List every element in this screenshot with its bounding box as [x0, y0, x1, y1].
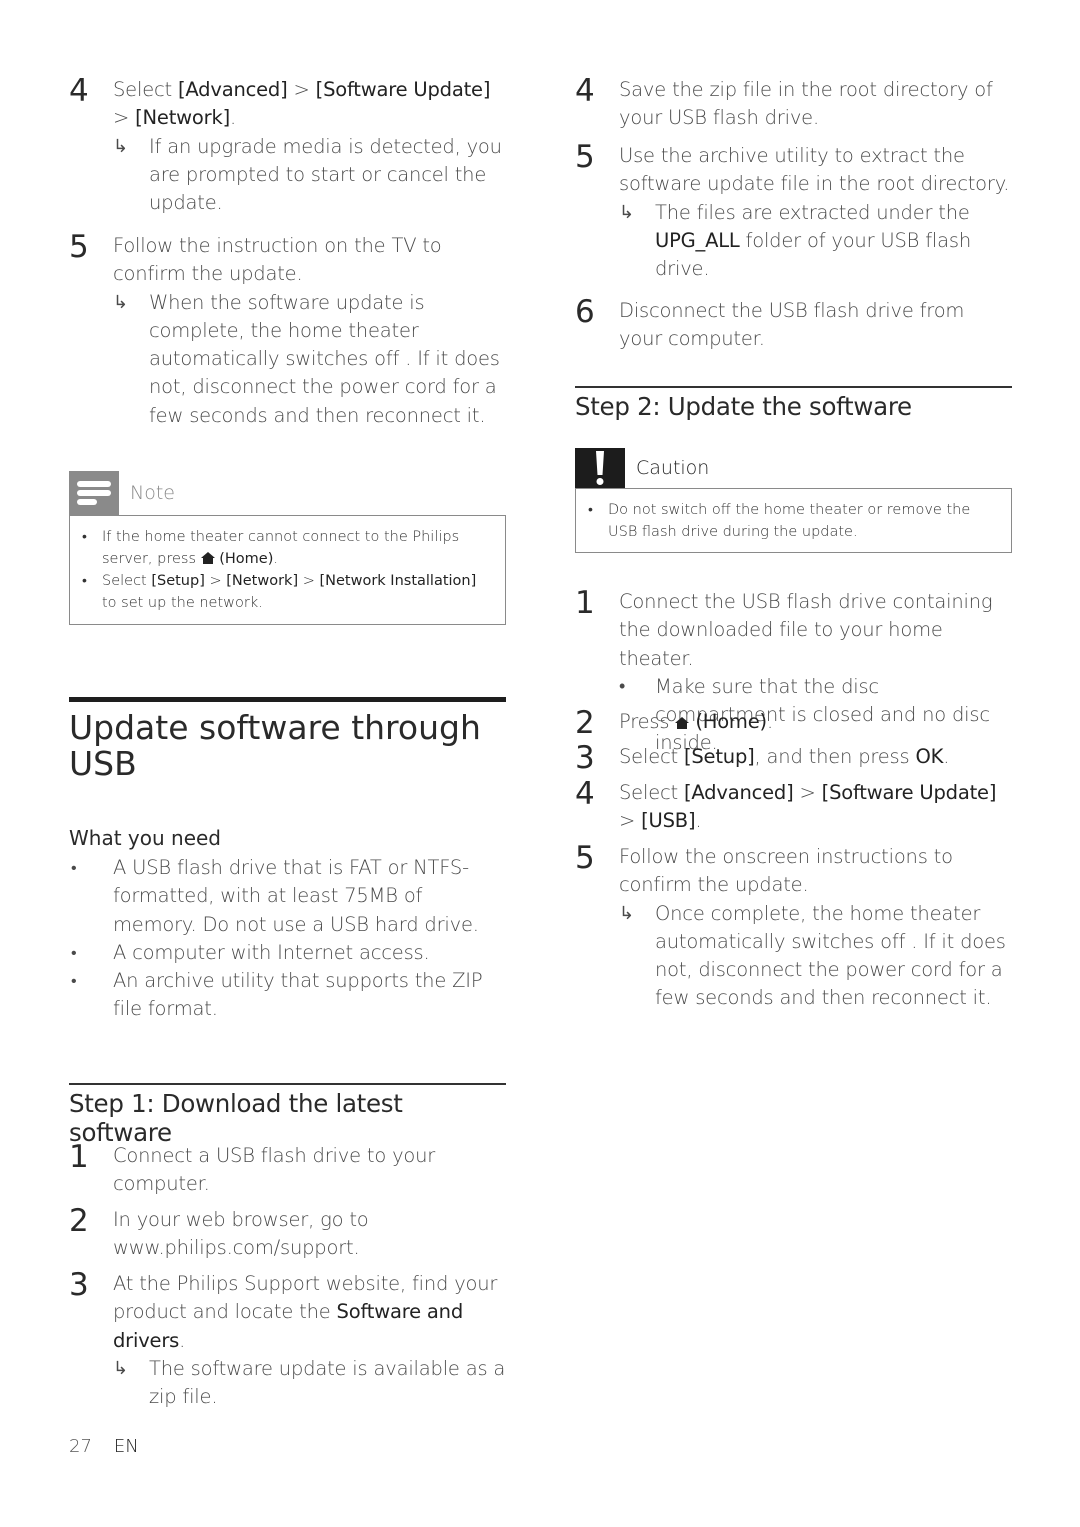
menu-network: [Network]	[135, 106, 230, 130]
caution-header: Caution	[575, 448, 1012, 488]
note-title: Note	[130, 482, 175, 504]
home-icon	[675, 717, 690, 729]
exclamation-icon	[575, 448, 625, 488]
update-step-3: 3 Select [Setup], and then press OK.	[575, 740, 1012, 776]
step-number: 4	[575, 776, 595, 812]
step-text: Follow the onscreen instructions to conf…	[619, 845, 953, 897]
note-item: • Select [Setup] > [Network] > [Network …	[82, 570, 495, 614]
step-number: 5	[575, 840, 595, 876]
step-result: ↳ When the software update is complete, …	[113, 290, 500, 427]
requirement-item: • A computer with Internet access.	[69, 939, 506, 967]
note-body: • If the home theater cannot connect to …	[69, 515, 506, 625]
note-header: Note	[69, 471, 506, 515]
note-box: Note • If the home theater cannot connec…	[69, 471, 506, 625]
step-result: ↳ The files are extracted under the UPG_…	[619, 200, 971, 281]
section-title: Update software through USB	[69, 708, 481, 783]
step-result: ↳ The software update is available as a …	[113, 1356, 506, 1409]
download-step-1: 1 Connect a USB flash drive to your comp…	[69, 1142, 506, 1199]
step2-title: Step 2: Update the software	[575, 392, 912, 421]
step-number: 4	[575, 73, 595, 109]
step1-title: Step 1: Download the latest software	[69, 1089, 403, 1147]
bullet-icon: •	[71, 942, 77, 962]
caution-body: • Do not switch off the home theater or …	[575, 488, 1012, 553]
step-text: In your web browser, go to www.philips.c…	[113, 1208, 369, 1260]
step-result: ↳ Once complete, the home theater automa…	[619, 901, 1006, 1010]
section-rule	[69, 697, 506, 702]
caution-title: Caution	[636, 457, 710, 479]
step-number: 6	[575, 294, 595, 330]
result-arrow-icon: ↳	[113, 291, 128, 313]
step-text: Follow the instruction on the TV to conf…	[113, 234, 442, 286]
bullet-icon: •	[588, 502, 593, 518]
step-text: Use the archive utility to extract the s…	[619, 144, 1010, 196]
step-5-confirm: 5 Follow the instruction on the TV to co…	[69, 232, 506, 430]
download-step-6: 6 Disconnect the USB flash drive from yo…	[575, 297, 1012, 354]
step-number: 2	[575, 705, 595, 741]
bullet-icon: •	[71, 971, 77, 991]
page-number: 27	[69, 1436, 92, 1457]
home-icon	[200, 552, 215, 564]
step-result: ↳ If an upgrade media is detected, you a…	[113, 134, 502, 215]
menu-software-update: [Software Update]	[315, 78, 491, 101]
requirement-item: • A USB flash drive that is FAT or NTFS-…	[71, 856, 479, 936]
bullet-icon: •	[619, 675, 626, 697]
step-text: Select [Advanced] > [Software Update] > …	[113, 78, 491, 130]
page-footer: 27 EN	[69, 1436, 139, 1457]
note-icon	[69, 471, 119, 515]
language-code: EN	[113, 1436, 139, 1457]
step-number: 5	[575, 139, 595, 175]
bullet-icon: •	[82, 529, 87, 545]
caution-box: Caution • Do not switch off the home the…	[575, 448, 1012, 553]
what-you-need-heading: What you need	[69, 826, 221, 850]
step-number: 1	[69, 1139, 89, 1175]
step-text: Connect a USB flash drive to your comput…	[113, 1144, 436, 1196]
requirements-list: • A USB flash drive that is FAT or NTFS-…	[69, 854, 506, 1024]
step-text: Disconnect the USB flash drive from your…	[619, 299, 965, 351]
result-arrow-icon: ↳	[619, 201, 634, 223]
step-text: Select [Setup], and then press OK.	[619, 745, 950, 768]
result-arrow-icon: ↳	[113, 135, 128, 157]
step-text: At the Philips Support website, find you…	[113, 1272, 498, 1352]
step-text: Save the zip file in the root directory …	[619, 78, 993, 130]
download-step-5: 5 Use the archive utility to extract the…	[575, 142, 1012, 283]
caution-item: • Do not switch off the home theater or …	[588, 499, 1001, 543]
update-step-4: 4 Select [Advanced] > [Software Update] …	[575, 779, 1012, 836]
note-item: • If the home theater cannot connect to …	[82, 526, 495, 570]
step-number: 3	[575, 740, 595, 776]
menu-advanced: [Advanced]	[177, 78, 288, 101]
result-arrow-icon: ↳	[113, 1357, 128, 1379]
bullet-icon: •	[71, 858, 77, 877]
step-text: Connect the USB flash drive containing t…	[619, 590, 993, 670]
requirement-item: • An archive utility that supports the Z…	[71, 969, 483, 1021]
result-arrow-icon: ↳	[619, 902, 634, 924]
download-step-3: 3 At the Philips Support website, find y…	[69, 1270, 506, 1411]
step-text: Select [Advanced] > [Software Update] > …	[619, 781, 997, 833]
subsection-rule	[575, 386, 1012, 388]
download-step-4: 4 Save the zip file in the root director…	[575, 76, 1012, 133]
bullet-icon: •	[82, 573, 87, 589]
step-number: 3	[69, 1267, 89, 1303]
step-number: 2	[69, 1203, 89, 1239]
subsection-rule	[69, 1083, 506, 1085]
step-text: Press (Home).	[619, 710, 773, 733]
step-4-network: 4 Select [Advanced] > [Software Update] …	[69, 76, 506, 217]
download-step-2: 2 In your web browser, go to www.philips…	[69, 1206, 506, 1263]
step-number: 4	[69, 73, 89, 109]
step-number: 1	[575, 585, 595, 621]
update-step-5: 5 Follow the onscreen instructions to co…	[575, 843, 1012, 1013]
update-step-2: 2 Press (Home).	[575, 705, 1012, 741]
step-number: 5	[69, 229, 89, 265]
